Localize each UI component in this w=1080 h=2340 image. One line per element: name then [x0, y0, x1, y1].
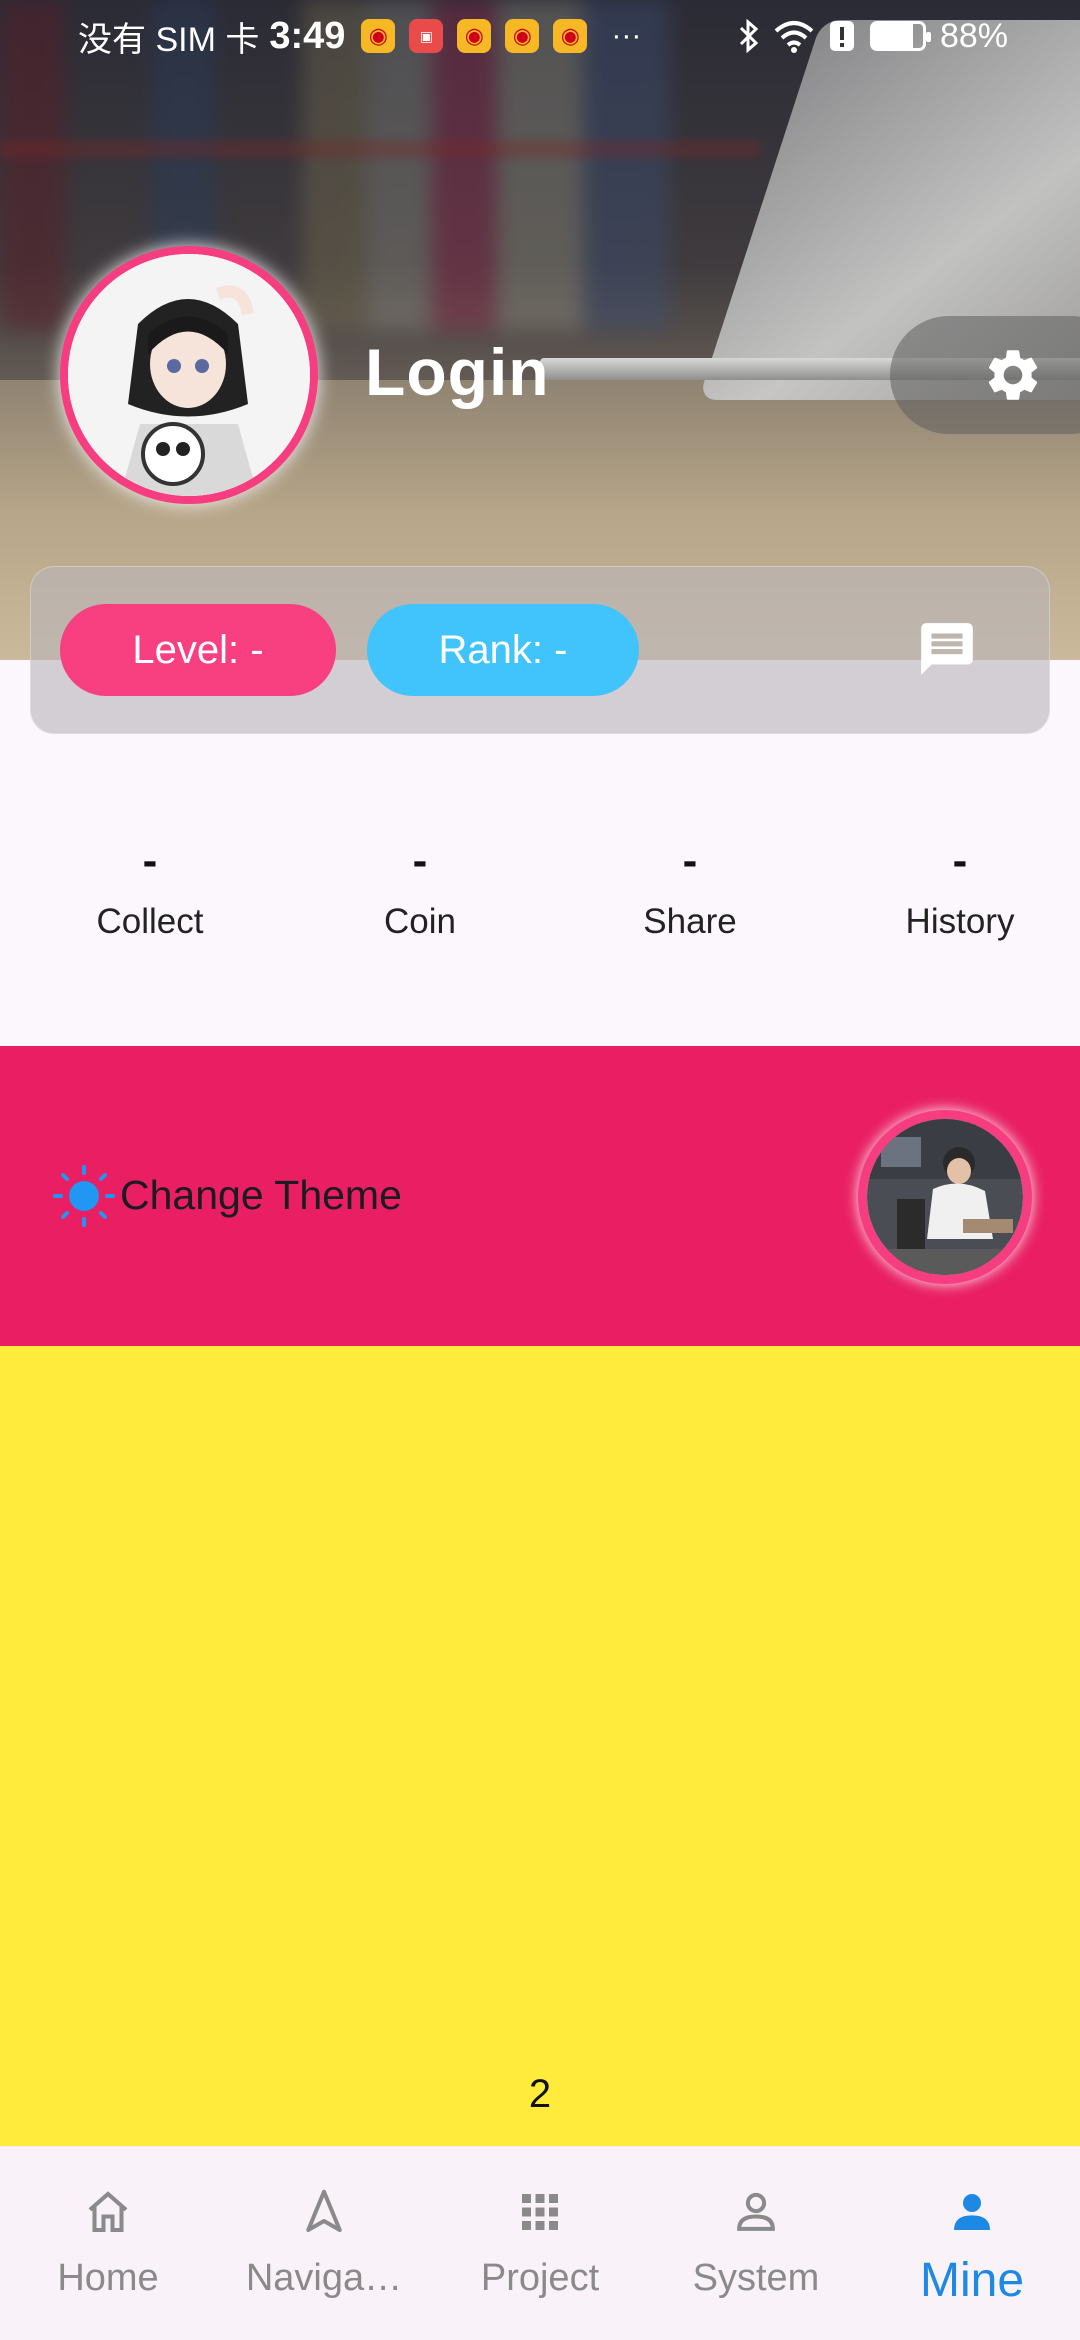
theme-avatar[interactable]: [858, 1110, 1032, 1284]
weibo-icon: ◉: [361, 19, 396, 53]
stat-value: -: [952, 836, 968, 885]
person-outline-icon: [737, 2192, 775, 2231]
gear-icon[interactable]: [982, 344, 1044, 406]
stat-label: History: [905, 902, 1015, 941]
nav-label: Naviga…: [245, 2257, 403, 2299]
stat-coin[interactable]: - Coin: [300, 836, 540, 942]
person-icon: [954, 2194, 990, 2230]
message-icon[interactable]: [916, 618, 978, 680]
avatar-illustration: [68, 254, 310, 496]
change-theme-label[interactable]: Change Theme: [120, 1172, 402, 1219]
clock: 3:49: [269, 14, 346, 57]
wifi-icon: [774, 21, 814, 53]
alert-icon: [829, 21, 854, 51]
battery-icon: [869, 21, 931, 51]
nav-label: Home: [57, 2257, 159, 2299]
stat-label: Share: [643, 902, 737, 941]
user-avatar[interactable]: [60, 246, 318, 504]
stat-share[interactable]: - Share: [570, 836, 810, 942]
nav-project[interactable]: Project: [432, 2147, 648, 2340]
stat-history[interactable]: - History: [840, 836, 1080, 942]
content-area: [0, 1346, 1080, 2146]
nav-label: System: [692, 2257, 820, 2299]
stats-row: - Collect - Coin - Share - History: [0, 836, 1080, 942]
level-badge[interactable]: Level: -: [60, 604, 336, 696]
sun-icon: [53, 1165, 115, 1227]
mine-screen: 没有 SIM 卡 3:49 ◉ ▣ ◉ ◉ ◉ ··· 88% Login Le…: [0, 0, 1080, 2340]
navigation-icon: [306, 2189, 342, 2233]
status-bar: 没有 SIM 卡 3:49 ◉ ▣ ◉ ◉ ◉ ··· 88%: [0, 0, 1080, 72]
nav-label: Project: [480, 2257, 600, 2299]
nav-label: Mine: [919, 2254, 1025, 2307]
stat-value: -: [682, 836, 698, 885]
home-icon: [88, 2191, 128, 2233]
carrier-text: 没有 SIM 卡: [78, 20, 260, 59]
stat-collect[interactable]: - Collect: [30, 836, 270, 942]
grid-icon: [522, 2194, 558, 2230]
nav-mine[interactable]: Mine: [864, 2147, 1080, 2340]
page-number: 2: [528, 2072, 552, 2116]
weibo-icon: ◉: [505, 19, 540, 53]
bluetooth-icon: [739, 19, 759, 53]
nav-home[interactable]: Home: [0, 2147, 216, 2340]
more-notifications-icon: ···: [611, 19, 642, 52]
theme-avatar-photo: [867, 1119, 1023, 1275]
bottom-navigation: Home Naviga… Project System Mine: [0, 2146, 1080, 2340]
login-button[interactable]: Login: [365, 334, 550, 410]
nav-navigation[interactable]: Naviga…: [216, 2147, 432, 2340]
weibo-icon: ◉: [457, 19, 492, 53]
huawei-store-icon: ▣: [409, 19, 444, 53]
stat-label: Collect: [96, 902, 204, 941]
weibo-icon: ◉: [553, 19, 588, 53]
stat-value: -: [142, 836, 158, 885]
stat-value: -: [412, 836, 428, 885]
stat-label: Coin: [384, 902, 456, 941]
nav-system[interactable]: System: [648, 2147, 864, 2340]
battery-percent: 88%: [939, 16, 1008, 55]
rank-badge[interactable]: Rank: -: [367, 604, 639, 696]
